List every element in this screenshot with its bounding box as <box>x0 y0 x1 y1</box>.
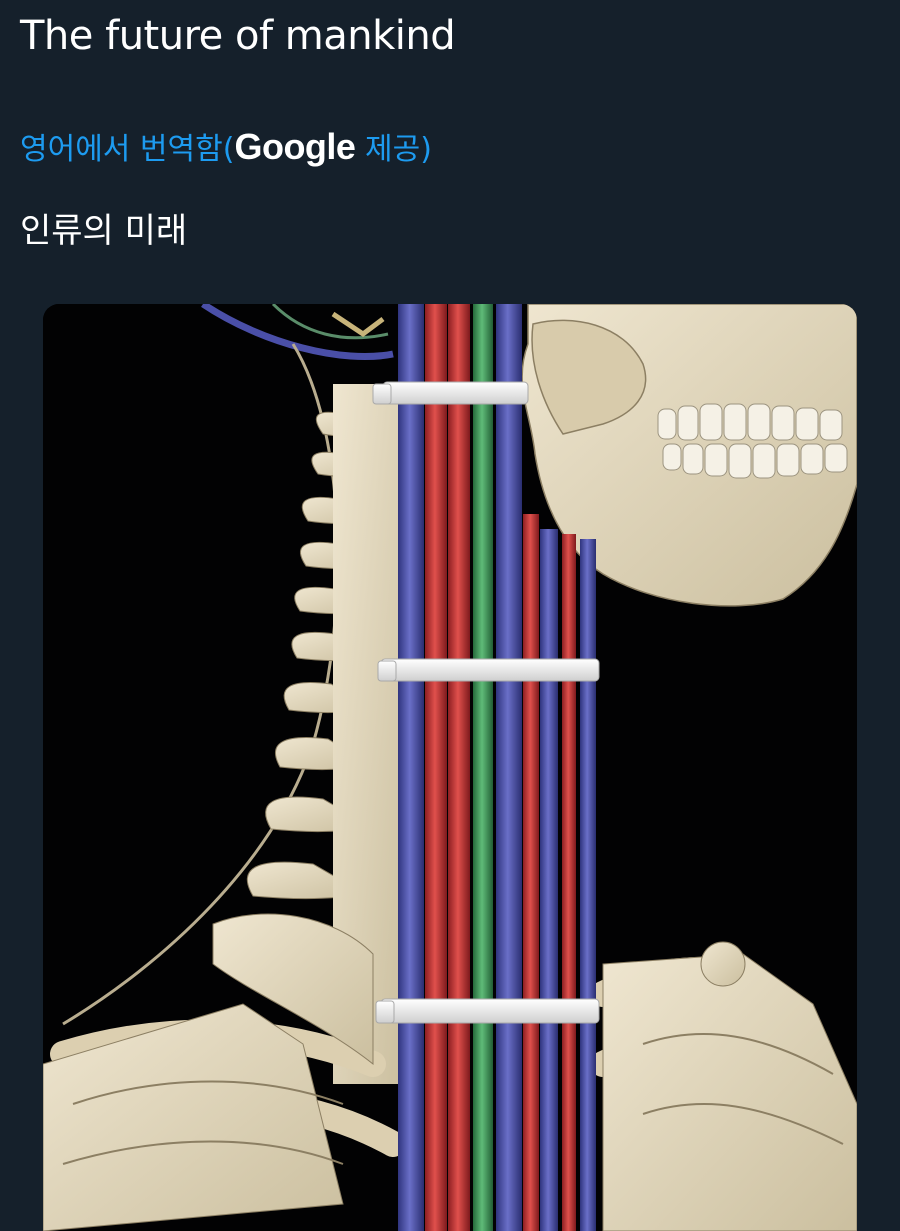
translation-attribution-link[interactable]: 영어에서 번역함(Google 제공) <box>20 124 432 173</box>
translation-prefix: 영어에서 번역함( <box>20 132 235 167</box>
tweet-media-image[interactable] <box>43 304 857 1231</box>
translation-suffix: 제공) <box>355 132 432 167</box>
tweet-text: The future of mankind <box>20 13 456 59</box>
skeleton-cable-illustration <box>43 304 857 1231</box>
google-logo: Google <box>234 126 356 167</box>
translated-tweet-text: 인류의 미래 <box>20 211 188 251</box>
